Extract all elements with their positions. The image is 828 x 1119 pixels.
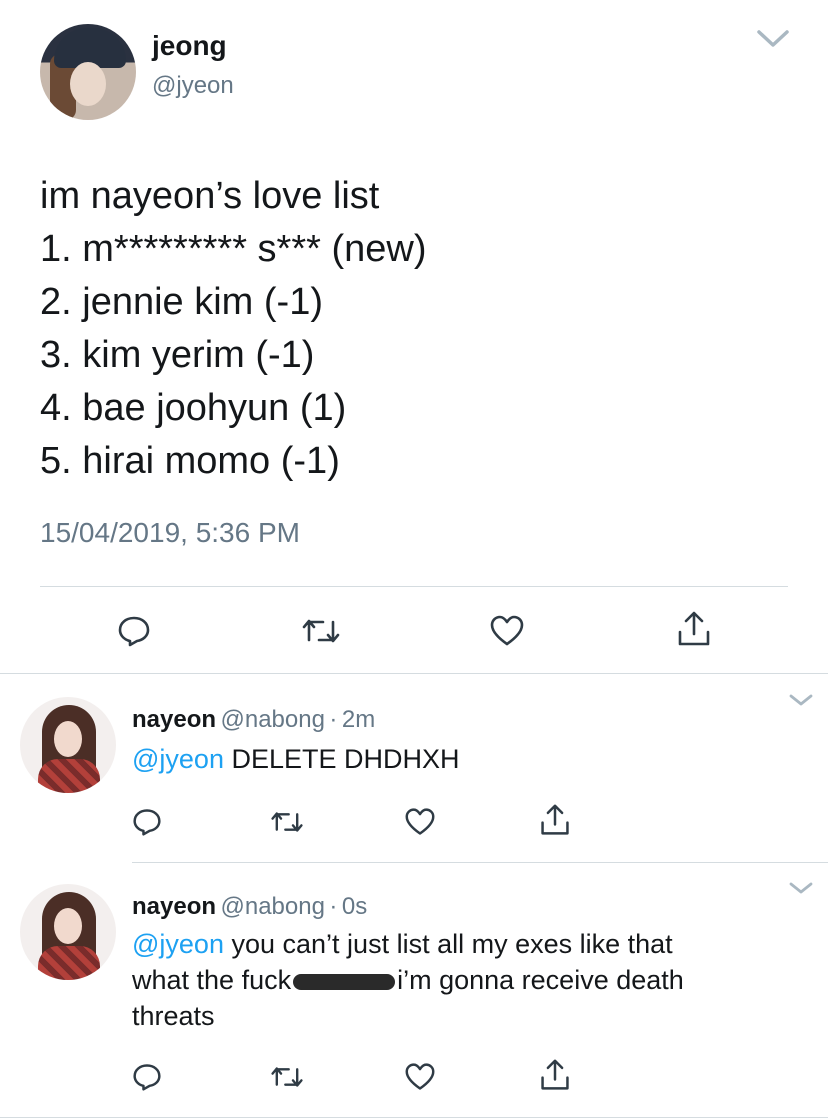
chevron-down-icon[interactable]: [756, 28, 790, 50]
reply-icon[interactable]: [117, 614, 151, 648]
reply-time[interactable]: 2m: [342, 706, 375, 733]
reply-line: what the fuck i’m gonna receive death: [132, 962, 802, 998]
reply-avatar[interactable]: [20, 697, 116, 793]
separator-dot: ·: [329, 893, 338, 920]
reply-line: @jyeon you can’t just list all my exes l…: [132, 926, 802, 962]
author-name[interactable]: jeong: [152, 30, 227, 62]
tweet-line: 3. kim yerim (-1): [40, 334, 315, 376]
retweet-icon[interactable]: [301, 614, 341, 648]
reply-avatar[interactable]: [20, 884, 116, 980]
tweet-line: 2. jennie kim (-1): [40, 281, 323, 323]
chevron-down-icon[interactable]: [788, 880, 814, 896]
tweet-line: 5. hirai momo (-1): [40, 440, 340, 482]
divider: [0, 1117, 828, 1118]
like-icon[interactable]: [489, 614, 525, 648]
reply-icon[interactable]: [132, 1062, 162, 1092]
share-icon[interactable]: [676, 610, 712, 648]
like-icon[interactable]: [404, 807, 436, 837]
reply-time[interactable]: 0s: [342, 893, 367, 920]
divider: [40, 586, 788, 587]
reply-body: DELETE DHDHXH: [231, 744, 460, 774]
reply-header: nayeon @nabong · 2m: [132, 706, 375, 734]
retweet-icon[interactable]: [270, 1062, 304, 1092]
reply-body: what the fuck: [132, 965, 292, 995]
chevron-down-icon[interactable]: [788, 692, 814, 708]
author-handle[interactable]: @jyeon: [152, 72, 234, 100]
reply-author-name[interactable]: nayeon: [132, 706, 216, 733]
like-icon[interactable]: [404, 1062, 436, 1092]
reply-body: i’m gonna receive death: [397, 965, 684, 995]
mention-link[interactable]: @jyeon: [132, 744, 224, 774]
reply-author-handle[interactable]: @nabong: [220, 893, 324, 920]
tweet-line: im nayeon’s love list: [40, 175, 380, 217]
reply-icon[interactable]: [132, 807, 162, 837]
share-icon[interactable]: [539, 803, 571, 837]
reply-header: nayeon @nabong · 0s: [132, 893, 367, 921]
redaction-mark: [293, 973, 396, 990]
reply-author-name[interactable]: nayeon: [132, 893, 216, 920]
reply-text: @jyeon you can’t just list all my exes l…: [132, 926, 802, 1034]
retweet-icon[interactable]: [270, 807, 304, 837]
separator-dot: ·: [329, 706, 338, 733]
reply-line: threats: [132, 1001, 215, 1031]
reply-body: you can’t just list all my exes like tha…: [231, 929, 673, 959]
share-icon[interactable]: [539, 1058, 571, 1092]
tweet-line: 4. bae joohyun (1): [40, 387, 347, 429]
author-avatar[interactable]: [40, 24, 136, 120]
tweet-timestamp[interactable]: 15/04/2019, 5:36 PM: [40, 517, 300, 549]
divider: [132, 862, 828, 863]
tweet-line: 1. m********* s*** (new): [40, 228, 427, 270]
reply-text: @jyeon DELETE DHDHXH: [132, 741, 460, 777]
tweet-text: im nayeon’s love list 1. m********* s*** …: [40, 170, 427, 488]
mention-link[interactable]: @jyeon: [132, 929, 224, 959]
divider: [0, 673, 828, 674]
reply-author-handle[interactable]: @nabong: [220, 706, 324, 733]
